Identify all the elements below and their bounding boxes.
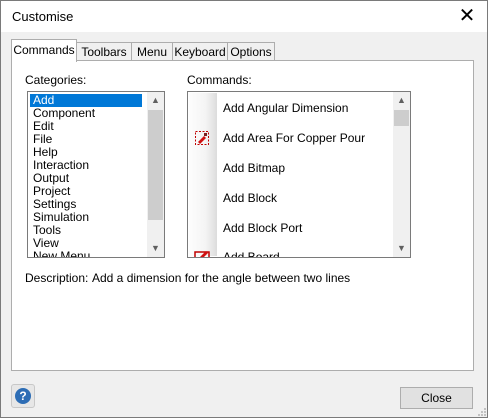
commands-label: Commands: (187, 73, 252, 87)
description-text: Add a dimension for the angle between tw… (92, 271, 351, 285)
tab-menu[interactable]: Menu (131, 42, 173, 61)
commands-scrollbar[interactable]: ▲ ▼ (393, 92, 410, 257)
list-item[interactable]: Add Block Port (223, 220, 302, 236)
tab-toolbars[interactable]: Toolbars (76, 42, 132, 61)
commands-list[interactable]: Add Angular Dimension Add Area For Coppe… (187, 91, 411, 258)
window-title: Customise (12, 9, 74, 24)
scroll-down-icon[interactable]: ▼ (147, 240, 164, 257)
customise-dialog: Customise ✕ Commands Toolbars Menu Keybo… (0, 0, 488, 418)
scroll-down-icon[interactable]: ▼ (393, 240, 410, 257)
title-bar: Customise ✕ (1, 1, 487, 32)
copper-pour-area-icon (195, 131, 209, 145)
close-button[interactable]: Close (400, 387, 473, 409)
description-label: Description: (25, 271, 89, 285)
commands-tab-panel: Categories: Commands: Add Component Edit… (11, 60, 474, 371)
scroll-up-icon[interactable]: ▲ (393, 92, 410, 109)
help-button[interactable]: ? (11, 384, 35, 408)
tab-keyboard[interactable]: Keyboard (172, 42, 228, 61)
board-icon (194, 251, 210, 257)
scroll-thumb[interactable] (148, 110, 163, 220)
close-icon[interactable]: ✕ (453, 5, 481, 28)
categories-list[interactable]: Add Component Edit File Help Interaction… (27, 91, 165, 258)
help-icon: ? (15, 388, 31, 404)
scroll-up-icon[interactable]: ▲ (147, 92, 164, 109)
categories-scrollbar[interactable]: ▲ ▼ (147, 92, 164, 257)
list-item[interactable]: Add Bitmap (223, 160, 285, 176)
list-item[interactable]: Add Angular Dimension (223, 100, 348, 116)
list-item[interactable]: Add Board (223, 249, 280, 257)
list-item[interactable]: Add Area For Copper Pour (223, 130, 365, 146)
list-item[interactable]: New Menu (30, 250, 142, 258)
resize-grip-icon[interactable] (477, 407, 487, 417)
categories-label: Categories: (25, 73, 87, 87)
scroll-thumb[interactable] (394, 110, 409, 126)
tab-options[interactable]: Options (227, 42, 275, 61)
icon-gutter (189, 93, 217, 256)
tab-commands[interactable]: Commands (11, 39, 77, 62)
list-item[interactable]: Add Block (223, 190, 277, 206)
